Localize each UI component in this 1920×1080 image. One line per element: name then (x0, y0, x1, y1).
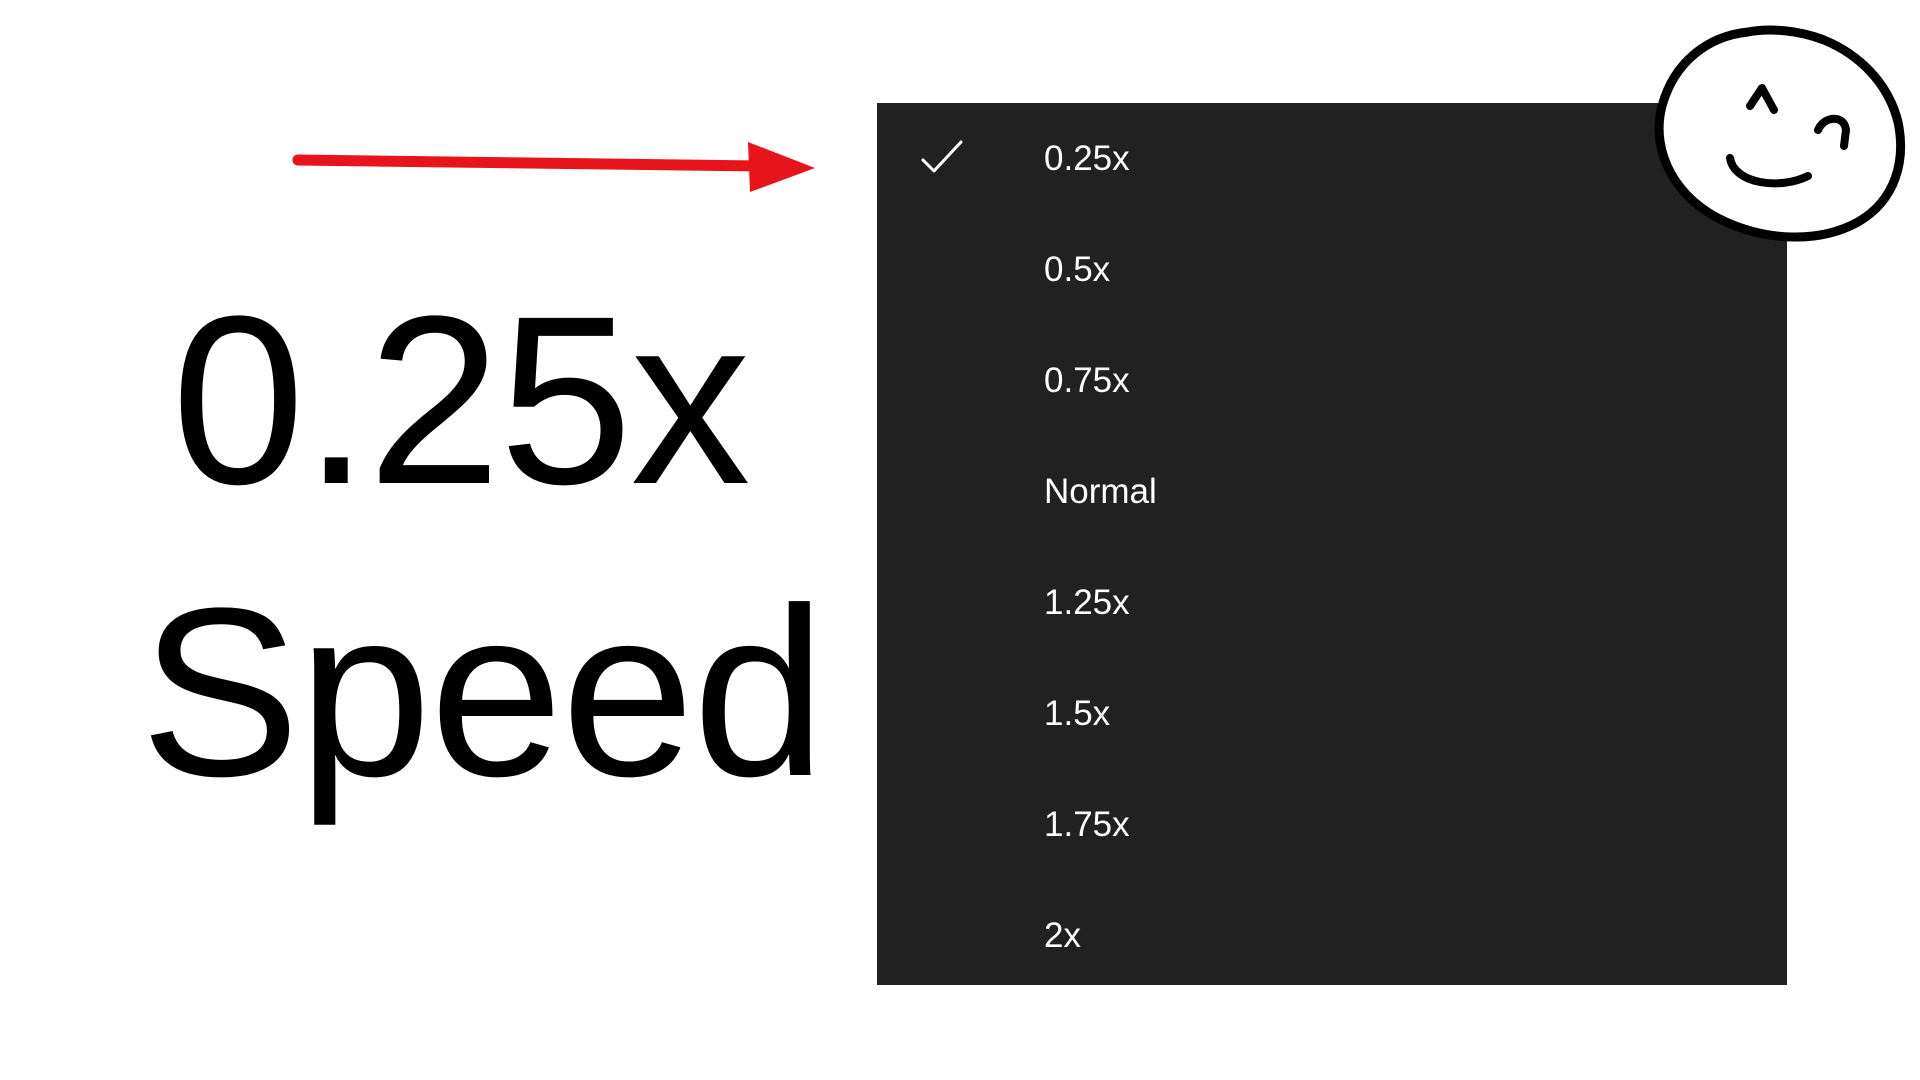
right-arrow-icon (292, 142, 815, 192)
speed-title-value: 0.25x (171, 266, 750, 534)
thumbnail-canvas: 0.25x Speed 0.25x 0.5x 0.75x Normal 1.25… (0, 0, 1920, 1080)
speed-option-label: 0.75x (1044, 361, 1130, 400)
speed-option-1-75x[interactable]: 1.75x (877, 769, 1787, 880)
speed-option-normal[interactable]: Normal (877, 436, 1787, 547)
speed-option-label: Normal (1044, 472, 1157, 511)
speed-option-label: 1.75x (1044, 805, 1130, 844)
speed-option-2x[interactable]: 2x (877, 880, 1787, 991)
speed-option-1-5x[interactable]: 1.5x (877, 658, 1787, 769)
speed-option-label: 1.5x (1044, 694, 1111, 733)
speed-title: 0.25x Speed (140, 266, 826, 826)
speed-option-0-75x[interactable]: 0.75x (877, 325, 1787, 436)
smiley-face-icon (1654, 25, 1905, 242)
checkmark-icon (921, 140, 963, 173)
speed-option-label: 2x (1044, 916, 1081, 955)
speed-option-label: 0.25x (1044, 139, 1130, 178)
speed-option-label: 0.5x (1044, 250, 1111, 289)
speed-option-1-25x[interactable]: 1.25x (877, 547, 1787, 658)
speed-title-word: Speed (140, 558, 826, 826)
speed-option-label: 1.25x (1044, 583, 1130, 622)
